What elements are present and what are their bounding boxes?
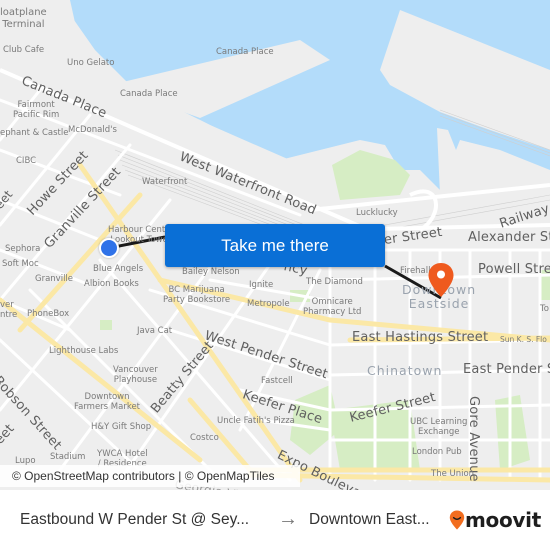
origin-marker[interactable] [99, 238, 119, 258]
moovit-pin-icon [449, 510, 465, 530]
poi-uno-gelato: Uno Gelato [67, 58, 115, 68]
destination-pin-icon[interactable] [427, 262, 455, 298]
poi-ignite: Ignite [249, 280, 274, 290]
street-label-east-hastings: East Hastings Street [352, 330, 489, 345]
poi-cibc: CIBC [16, 156, 37, 166]
openmaptiles-attribution-link[interactable]: © OpenMapTiles [185, 469, 275, 483]
poi-vancouver-playhouse: Vancouver Playhouse [113, 365, 158, 385]
poi-pacific-centre: ver ntre [0, 300, 18, 320]
poi-sephora: Sephora [5, 244, 41, 254]
arrow-right-icon: → [278, 508, 298, 530]
map-attribution: © OpenStreetMap contributors | © OpenMap… [0, 465, 300, 487]
poi-canada-place-pier: Canada Place [120, 89, 178, 99]
poi-uncle-fatih: Uncle Fatih's Pizza [217, 416, 295, 426]
poi-to: To [540, 304, 549, 314]
poi-waterfront: Waterfront [142, 177, 188, 187]
poi-lucklucky: Lucklucky [356, 208, 398, 218]
poi-bailey-nelson: Bailey Nelson [182, 267, 240, 277]
poi-fairmont: Fairmont Pacific Rim [13, 100, 60, 120]
poi-sun-ks: Sun K. S. Flo [500, 335, 547, 344]
poi-phonebox: PhoneBox [27, 309, 70, 319]
street-label-alexander: Alexander Stre [468, 230, 550, 245]
poi-bc-marijuana: BC Marijuana Party Bookstore [163, 285, 231, 305]
district-chinatown: Chinatown [367, 363, 443, 378]
street-label-powell: Powell Stree [478, 262, 550, 277]
poi-granville: Granville [35, 274, 74, 284]
take-me-there-button[interactable]: Take me there [165, 224, 385, 267]
poi-london-pub: London Pub [412, 447, 462, 457]
poi-elephant-castle: ephant & Castle [0, 128, 69, 138]
poi-costco: Costco [190, 433, 219, 443]
route-footer: Eastbound W Pender St @ Sey... → Downtow… [0, 490, 550, 550]
poi-firehall: Firehall [400, 266, 431, 276]
map-view[interactable]: Canada Place West Waterfront Road Howe S… [0, 0, 550, 490]
moovit-wordmark: moovit [465, 508, 541, 532]
poi-canada-place-top: Canada Place [216, 47, 274, 57]
poi-omnicare: Omnicare Pharmacy Ltd [303, 297, 362, 317]
destination-name: Downtown East... [309, 511, 430, 528]
poi-mcdonalds: McDonald's [68, 125, 117, 135]
attribution-separator: | [174, 469, 185, 483]
park-small-2 [100, 320, 112, 330]
poi-hy-gift-shop: H&Y Gift Shop [91, 422, 152, 432]
poi-stadium: Stadium [50, 452, 86, 462]
poi-ubc-learning-exchange: UBC Learning Exchange [410, 417, 468, 437]
poi-blue-angels: Blue Angels [93, 264, 144, 274]
poi-metropole: Metropole [247, 299, 290, 309]
poi-the-union: The Union [431, 469, 475, 479]
poi-the-diamond: The Diamond [306, 277, 363, 287]
osm-attribution-link[interactable]: © OpenStreetMap contributors [12, 469, 175, 483]
poi-club-cafe: Club Cafe [3, 45, 45, 55]
poi-farmers-market: Downtown Farmers Market [74, 392, 141, 412]
poi-soft-moc: Soft Moc [2, 259, 39, 269]
poi-fastcell: Fastcell [261, 376, 293, 386]
poi-java-cat: Java Cat [137, 326, 173, 336]
poi-floatplane-terminal: loatplane Terminal [0, 7, 47, 30]
poi-lighthouse-labs: Lighthouse Labs [49, 346, 119, 356]
pier-east-2 [480, 160, 550, 200]
poi-albion-books: Albion Books [84, 279, 139, 289]
origin-stop-name: Eastbound W Pender St @ Sey... [20, 511, 250, 528]
street-label-east-pender: East Pender Stre [463, 362, 550, 377]
moovit-logo[interactable]: moovit [449, 508, 541, 532]
